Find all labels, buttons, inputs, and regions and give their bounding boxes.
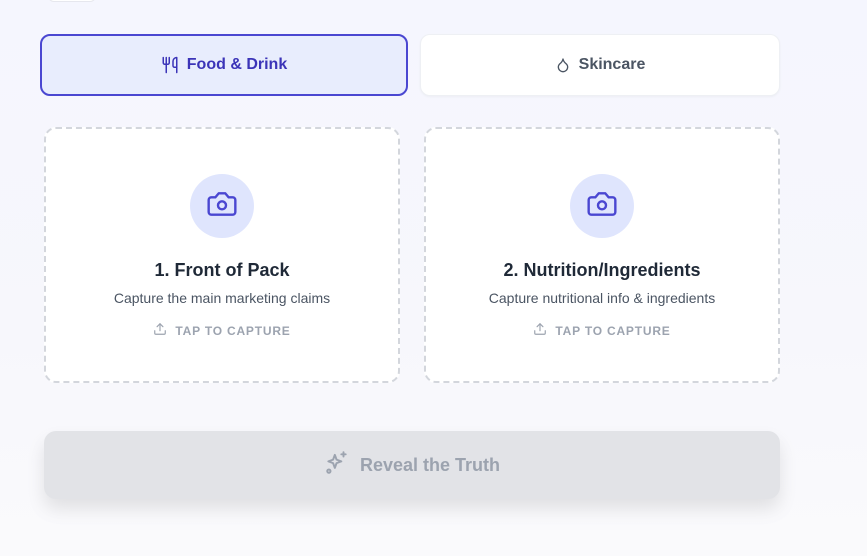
button-label: Reveal the Truth bbox=[359, 454, 501, 475]
action-label: TAP TO CAPTURE bbox=[555, 323, 671, 338]
tab-skincare[interactable]: Skincare bbox=[420, 34, 780, 96]
card-title: 2. Nutrition/Ingredients bbox=[503, 260, 701, 280]
reveal-the-truth-button[interactable]: Reveal the Truth bbox=[44, 431, 780, 499]
action-label: TAP TO CAPTURE bbox=[175, 323, 291, 338]
card-subtitle: Capture the main marketing claims bbox=[113, 290, 331, 306]
camera-icon-circle bbox=[570, 174, 634, 238]
sparkles-icon bbox=[324, 450, 350, 481]
camera-icon-circle bbox=[190, 174, 254, 238]
tab-food-and-drink[interactable]: Food & Drink bbox=[40, 34, 408, 96]
top-card-stub bbox=[48, 0, 96, 2]
card-subtitle: Capture nutritional info & ingredients bbox=[488, 290, 716, 306]
droplet-icon bbox=[555, 56, 571, 74]
capture-card-nutrition-ingredients[interactable]: 2. Nutrition/Ingredients Capture nutriti… bbox=[424, 127, 780, 383]
tap-to-capture-action[interactable]: TAP TO CAPTURE bbox=[153, 322, 290, 339]
camera-icon bbox=[586, 188, 618, 225]
tab-label: Food & Drink bbox=[186, 56, 288, 73]
card-title: 1. Front of Pack bbox=[154, 260, 290, 280]
tap-to-capture-action[interactable]: TAP TO CAPTURE bbox=[533, 322, 670, 339]
upload-icon bbox=[533, 322, 547, 339]
camera-icon bbox=[206, 188, 238, 225]
tab-label: Skincare bbox=[578, 56, 646, 73]
utensils-icon bbox=[161, 56, 179, 74]
upload-icon bbox=[153, 322, 167, 339]
capture-card-front-of-pack[interactable]: 1. Front of Pack Capture the main market… bbox=[44, 127, 400, 383]
